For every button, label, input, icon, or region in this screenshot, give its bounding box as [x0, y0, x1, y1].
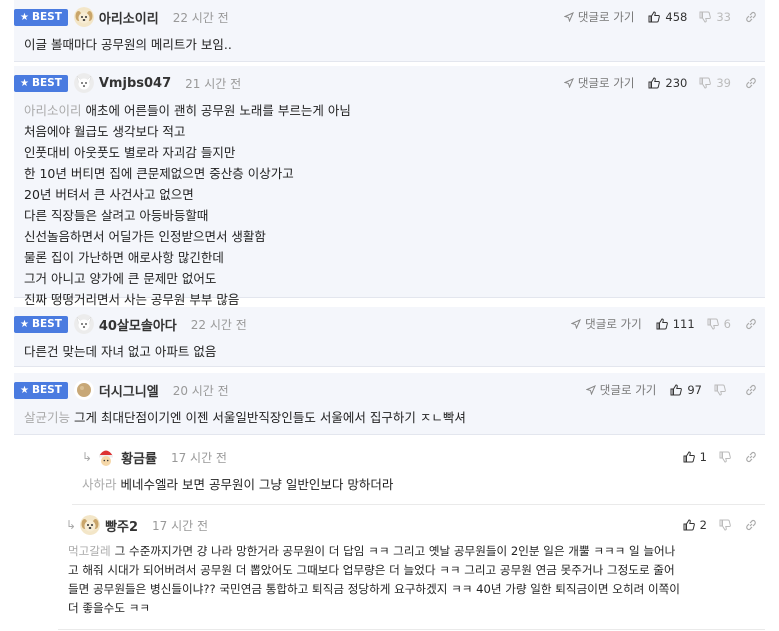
comment-time: 22 시간 전 [172, 10, 229, 25]
santa-avatar-icon[interactable] [96, 447, 117, 467]
thumbs-up-icon [648, 11, 661, 23]
link-icon[interactable] [745, 11, 757, 23]
thumbs-up-icon [648, 77, 661, 89]
downvote-button[interactable]: 39 [699, 76, 731, 90]
comment-header: ↳ 황금률 17 시간 전 1 [72, 440, 765, 474]
comment-header: ★ BEST 아리소이리 22 시간 전 댓글로 가기 458 33 [14, 0, 765, 34]
pointer-arrow-icon [585, 385, 596, 395]
comment-item: ★BEST 40살모솔아다 22 시간 전 댓글로 가기 111 6 다른건 [14, 307, 765, 367]
comment-time: 22 시간 전 [190, 317, 247, 332]
thumbs-down-icon [719, 451, 731, 463]
upvote-button[interactable]: 111 [656, 317, 695, 331]
comment-time: 17 시간 전 [170, 450, 227, 465]
downvote-button[interactable]: 6 [707, 317, 731, 331]
comment-time: 17 시간 전 [152, 518, 209, 533]
comment-item: ↳ 황금률 17 시간 전 1 사하라 베네수엘라 보면 공무원이 그냥 일반인보… [72, 440, 765, 505]
comment-actions: 댓글로 가기 111 6 [571, 307, 757, 341]
thumbs-down-icon [699, 11, 712, 23]
comment-time: 20 시간 전 [172, 383, 229, 398]
link-icon[interactable] [745, 318, 757, 330]
comment-actions: 댓글로 가기 97 [585, 373, 757, 407]
downvote-button[interactable] [719, 451, 731, 463]
star-icon: ★ [20, 384, 29, 396]
puppy-avatar-icon[interactable] [73, 7, 94, 27]
go-to-reply-link[interactable]: 댓글로 가기 [563, 75, 634, 91]
comment-time: 21 시간 전 [185, 76, 242, 91]
comment-item: ↳ 빵주2 17 시간 전 2 먹고갈레 그 수준까지가면 걍 나라 망한거라 공… [58, 508, 765, 630]
pointer-arrow-icon [563, 12, 574, 22]
go-to-reply-link[interactable]: 댓글로 가기 [563, 9, 634, 25]
mention-name[interactable]: 아리소이리 [24, 103, 82, 118]
thumbs-up-icon [683, 519, 695, 531]
mention-name[interactable]: 사하라 [82, 477, 117, 492]
white-dog-avatar-icon[interactable] [73, 314, 94, 334]
thumbs-down-icon [699, 77, 712, 89]
go-to-reply-link[interactable]: 댓글로 가기 [585, 382, 656, 398]
author-name[interactable]: 아리소이리 [99, 8, 159, 27]
upvote-button[interactable]: 1 [683, 450, 707, 464]
author-name[interactable]: 40살모솔아다 [99, 315, 177, 334]
pointer-arrow-icon [563, 78, 574, 88]
thumbs-up-icon [670, 384, 683, 396]
best-badge: ★ BEST [14, 315, 68, 333]
star-icon: ★ [20, 318, 29, 330]
comment-body: 살균기능 그게 최대단점이기엔 이젠 서울일반직장인들도 서울에서 집구하기 ㅈㄴ… [24, 410, 466, 425]
best-badge: ★ BEST [14, 74, 68, 92]
author-name[interactable]: 빵주2 [105, 516, 138, 535]
reply-arrow-icon: ↳ [82, 450, 93, 464]
downvote-button[interactable]: 33 [699, 10, 731, 24]
comment-header: ★ BEST Vmjbs047 21 시간 전 댓글로 가기 230 39 [14, 66, 765, 100]
author-name[interactable]: 더시그니엘 [99, 381, 159, 400]
thumbs-down-icon [714, 384, 726, 396]
thumbs-up-icon [683, 451, 695, 463]
thumbs-up-icon [656, 318, 668, 330]
best-badge: ★ BEST [14, 381, 68, 399]
link-icon[interactable] [745, 384, 757, 396]
upvote-button[interactable]: 230 [648, 76, 687, 90]
comment-item: ★BEST 아리소이리 22 시간 전 댓글로 가기 458 33 이글 볼때 [14, 0, 765, 62]
link-icon[interactable] [745, 519, 757, 531]
comment-body: 아리소이리 애초에 어른들이 괜히 공무원 노래를 부르는게 아님 처음에야 월급… [24, 103, 351, 307]
author-name[interactable]: 황금률 [121, 448, 157, 467]
best-badge: ★ BEST [14, 8, 68, 26]
upvote-button[interactable]: 97 [670, 383, 702, 397]
comment-actions: 1 [683, 440, 757, 474]
downvote-button[interactable] [719, 519, 731, 531]
comment-header: ★ BEST 더시그니엘 20 시간 전 댓글로 가기 97 [14, 373, 765, 407]
comment-item: ★BEST Vmjbs047 21 시간 전 댓글로 가기 230 39 아리 [14, 66, 765, 307]
comment-body: 다른건 맞는데 자녀 없고 아파트 없음 [24, 344, 217, 359]
comment-header: ★ BEST 40살모솔아다 22 시간 전 댓글로 가기 111 6 [14, 307, 765, 341]
pointer-arrow-icon [571, 319, 582, 329]
mention-name[interactable]: 살균기능 [24, 410, 70, 425]
brown-circle-avatar-icon[interactable] [73, 380, 94, 400]
thumbs-down-icon [719, 519, 731, 531]
upvote-button[interactable]: 2 [683, 518, 707, 532]
comment-actions: 댓글로 가기 458 33 [563, 0, 757, 34]
reply-arrow-icon: ↳ [66, 518, 77, 532]
comment-actions: 2 [683, 508, 757, 542]
comment-actions: 댓글로 가기 230 39 [563, 66, 757, 100]
comment-item: ★BEST 더시그니엘 20 시간 전 댓글로 가기 97 살균기능그게 최 [14, 373, 765, 435]
puppy-avatar-icon[interactable] [80, 515, 101, 535]
downvote-button[interactable] [714, 384, 731, 396]
thumbs-down-icon [707, 318, 719, 330]
mention-name[interactable]: 먹고갈레 [68, 544, 111, 558]
author-name[interactable]: Vmjbs047 [99, 76, 171, 91]
comment-header: ↳ 빵주2 17 시간 전 2 [58, 508, 765, 542]
link-icon[interactable] [745, 451, 757, 463]
go-to-reply-link[interactable]: 댓글로 가기 [571, 316, 642, 332]
star-icon: ★ [20, 77, 29, 89]
star-icon: ★ [20, 11, 29, 23]
comment-body: 사하라 베네수엘라 보면 공무원이 그냥 일반인보다 망하더라 [82, 477, 394, 492]
upvote-button[interactable]: 458 [648, 10, 687, 24]
comment-body: 이글 볼때마다 공무원의 메리트가 보임.. [24, 37, 232, 52]
link-icon[interactable] [745, 77, 757, 89]
comment-body: 먹고갈레 그 수준까지가면 걍 나라 망한거라 공무원이 더 답임 ㅋㅋ 그리고 … [68, 544, 680, 615]
white-dog-avatar-icon[interactable] [73, 73, 94, 93]
